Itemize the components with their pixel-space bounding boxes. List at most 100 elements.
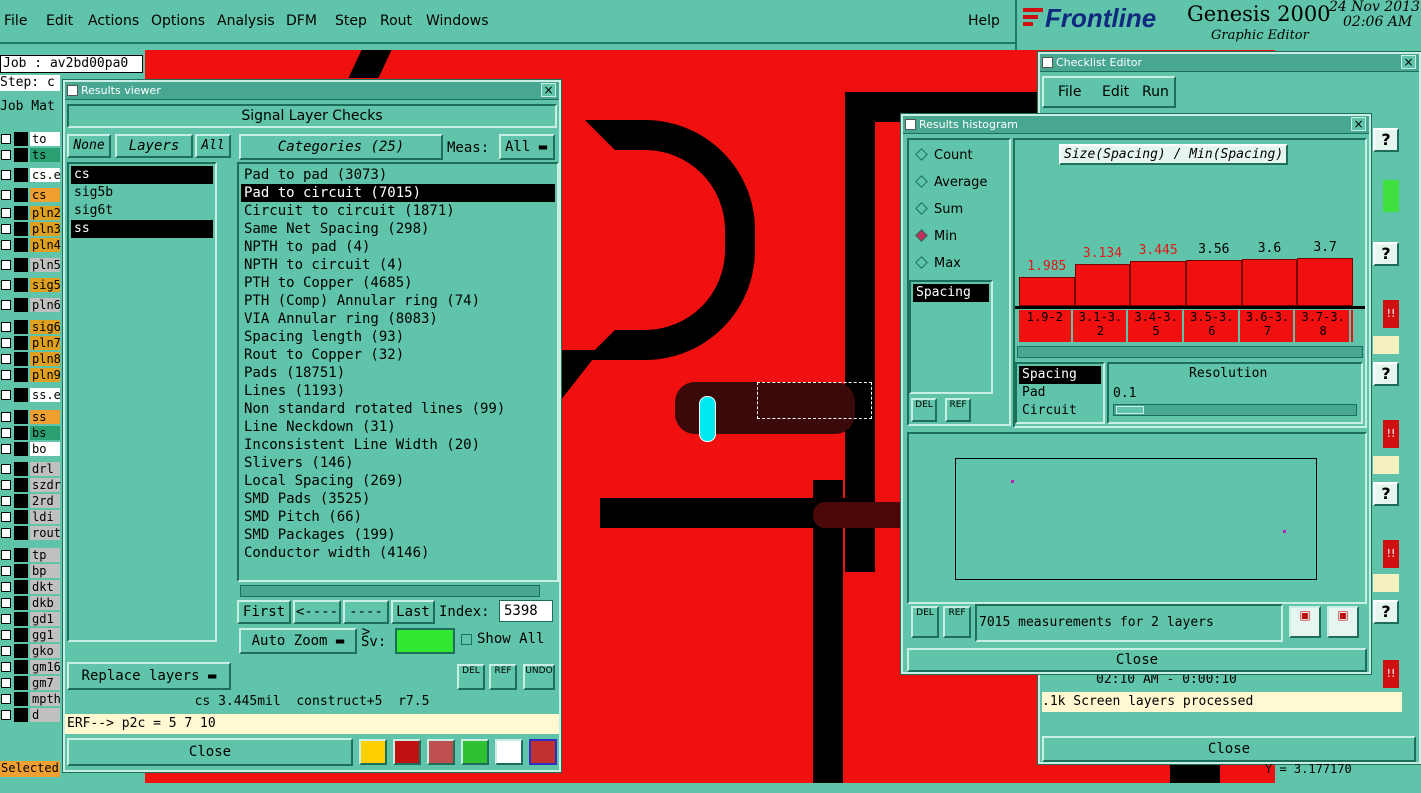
none-button[interactable]: None [67,134,111,158]
layer-checkbox[interactable] [1,678,11,688]
radio-count[interactable]: Count [915,148,973,163]
layer-row[interactable]: pln9 [0,367,61,383]
layer-checkbox[interactable] [1,582,11,592]
menu-analysis[interactable]: Analysis [217,13,275,29]
layer-row[interactable]: pln7 [0,335,61,351]
layer-row[interactable]: ss.e [0,387,61,403]
histogram-attr-list[interactable]: Spacing [909,280,993,394]
histogram-bar[interactable] [1297,258,1353,306]
layer-checkbox[interactable] [1,390,11,400]
type-item[interactable]: Circuit [1019,402,1101,420]
category-item[interactable]: Pads (18751) [241,364,555,382]
resolution-slider[interactable] [1113,404,1357,416]
checklist-menu-run[interactable]: Run [1142,84,1169,100]
histogram-close-button[interactable]: Close [907,648,1367,672]
layer-checkbox[interactable] [1,208,11,218]
menu-options[interactable]: Options [151,13,205,29]
category-item[interactable]: Non standard rotated lines (99) [241,400,555,418]
close-button[interactable]: Close [67,738,353,766]
category-item[interactable]: SMD Pitch (66) [241,508,555,526]
export-chart-icon[interactable]: ▣ [1289,606,1321,638]
layer-checkbox[interactable] [1,496,11,506]
histogram-bar[interactable] [1241,259,1298,306]
layer-row[interactable]: mpth [0,691,61,707]
category-item[interactable]: Same Net Spacing (298) [241,220,555,238]
layer-row[interactable]: 2rd [0,493,60,509]
checklist-menu-file[interactable]: File [1058,84,1081,100]
category-item[interactable]: Local Spacing (269) [241,472,555,490]
preview-ref-button[interactable]: REF [943,606,971,638]
layer-row[interactable]: dkb [0,595,60,611]
menu-actions[interactable]: Actions [88,13,139,29]
layer-checkbox[interactable] [1,322,11,332]
histogram-bar[interactable] [1019,277,1075,306]
category-item[interactable]: PTH to Copper (4685) [241,274,555,292]
radio-sum[interactable]: Sum [915,202,963,217]
layer-checkbox[interactable] [1,464,11,474]
flag-icon[interactable] [359,739,387,765]
layer-row[interactable]: sig5 [0,277,61,293]
layer-checkbox[interactable] [1,190,11,200]
layer-checkbox[interactable] [1,170,11,180]
menu-edit[interactable]: Edit [46,13,73,29]
layer-row[interactable]: ts [0,147,60,163]
layer-row[interactable]: d [0,707,60,723]
import-chart-icon[interactable]: ▣ [1327,606,1359,638]
radio-min[interactable]: Min [915,229,957,244]
layer-row[interactable]: sig6 [0,319,61,335]
layer-checkbox[interactable] [1,630,11,640]
layer-checkbox[interactable] [1,528,11,538]
replace-layers-dropdown[interactable]: Replace layers ▬ [67,662,231,690]
histogram-ref-button[interactable]: REF [945,398,971,422]
ref-button[interactable]: REF [489,664,517,690]
menu-rout[interactable]: Rout [380,13,412,29]
category-item[interactable]: NPTH to pad (4) [241,238,555,256]
type-list[interactable]: Spacing Pad Circuit [1015,362,1105,424]
category-item[interactable]: Slivers (146) [241,454,555,472]
layer-checkbox[interactable] [1,598,11,608]
menu-windows[interactable]: Windows [426,13,489,29]
category-item[interactable]: Circuit to circuit (1871) [241,202,555,220]
layer-list-item[interactable]: ss [71,220,213,238]
layer-row[interactable]: pln6 [0,297,61,313]
category-item[interactable]: Line Neckdown (31) [241,418,555,436]
layer-checkbox[interactable] [1,260,11,270]
histogram-icon[interactable] [529,739,557,765]
layer-row[interactable]: gko [0,643,60,659]
layer-checkbox[interactable] [1,512,11,522]
layer-row[interactable]: ldi [0,509,60,525]
categories-button[interactable]: Categories (25) [239,134,443,160]
radio-max[interactable]: Max [915,256,961,271]
layer-row[interactable]: gd1 [0,611,60,627]
layer-row[interactable]: pln4 [0,237,61,253]
type-item[interactable]: Spacing [1019,366,1101,384]
index-field[interactable]: 5398 [499,600,553,622]
radio-average[interactable]: Average [915,175,987,190]
delete-icon[interactable] [427,739,455,765]
menu-dfm[interactable]: DFM [286,13,317,29]
layer-row[interactable]: ss [0,409,60,425]
layer-checkbox[interactable] [1,338,11,348]
layer-checkbox[interactable] [1,710,11,720]
highlight-pad[interactable] [699,396,716,442]
layer-checkbox[interactable] [1,412,11,422]
checklist-close-button[interactable]: Close [1042,736,1416,762]
layer-row[interactable]: gg1 [0,627,60,643]
meas-dropdown[interactable]: All ▬ [499,134,555,160]
layer-row[interactable]: rout [0,525,61,541]
layer-row[interactable]: pln2 [0,205,61,221]
report-icon[interactable] [495,739,523,765]
close-icon[interactable]: × [1401,55,1416,69]
help-button[interactable]: ? [1373,600,1399,624]
layer-select-list[interactable]: cs sig5b sig6t ss [67,162,217,642]
layer-checkbox[interactable] [1,550,11,560]
checklist-menu-edit[interactable]: Edit [1102,84,1129,100]
category-item[interactable]: Inconsistent Line Width (20) [241,436,555,454]
close-icon[interactable]: × [1351,117,1366,131]
type-item[interactable]: Pad [1019,384,1101,402]
help-button[interactable]: ? [1373,242,1399,266]
layer-row[interactable]: cs [0,187,60,203]
menu-help[interactable]: Help [968,13,1000,29]
histogram-bar[interactable] [1186,260,1242,306]
category-item[interactable]: Lines (1193) [241,382,555,400]
